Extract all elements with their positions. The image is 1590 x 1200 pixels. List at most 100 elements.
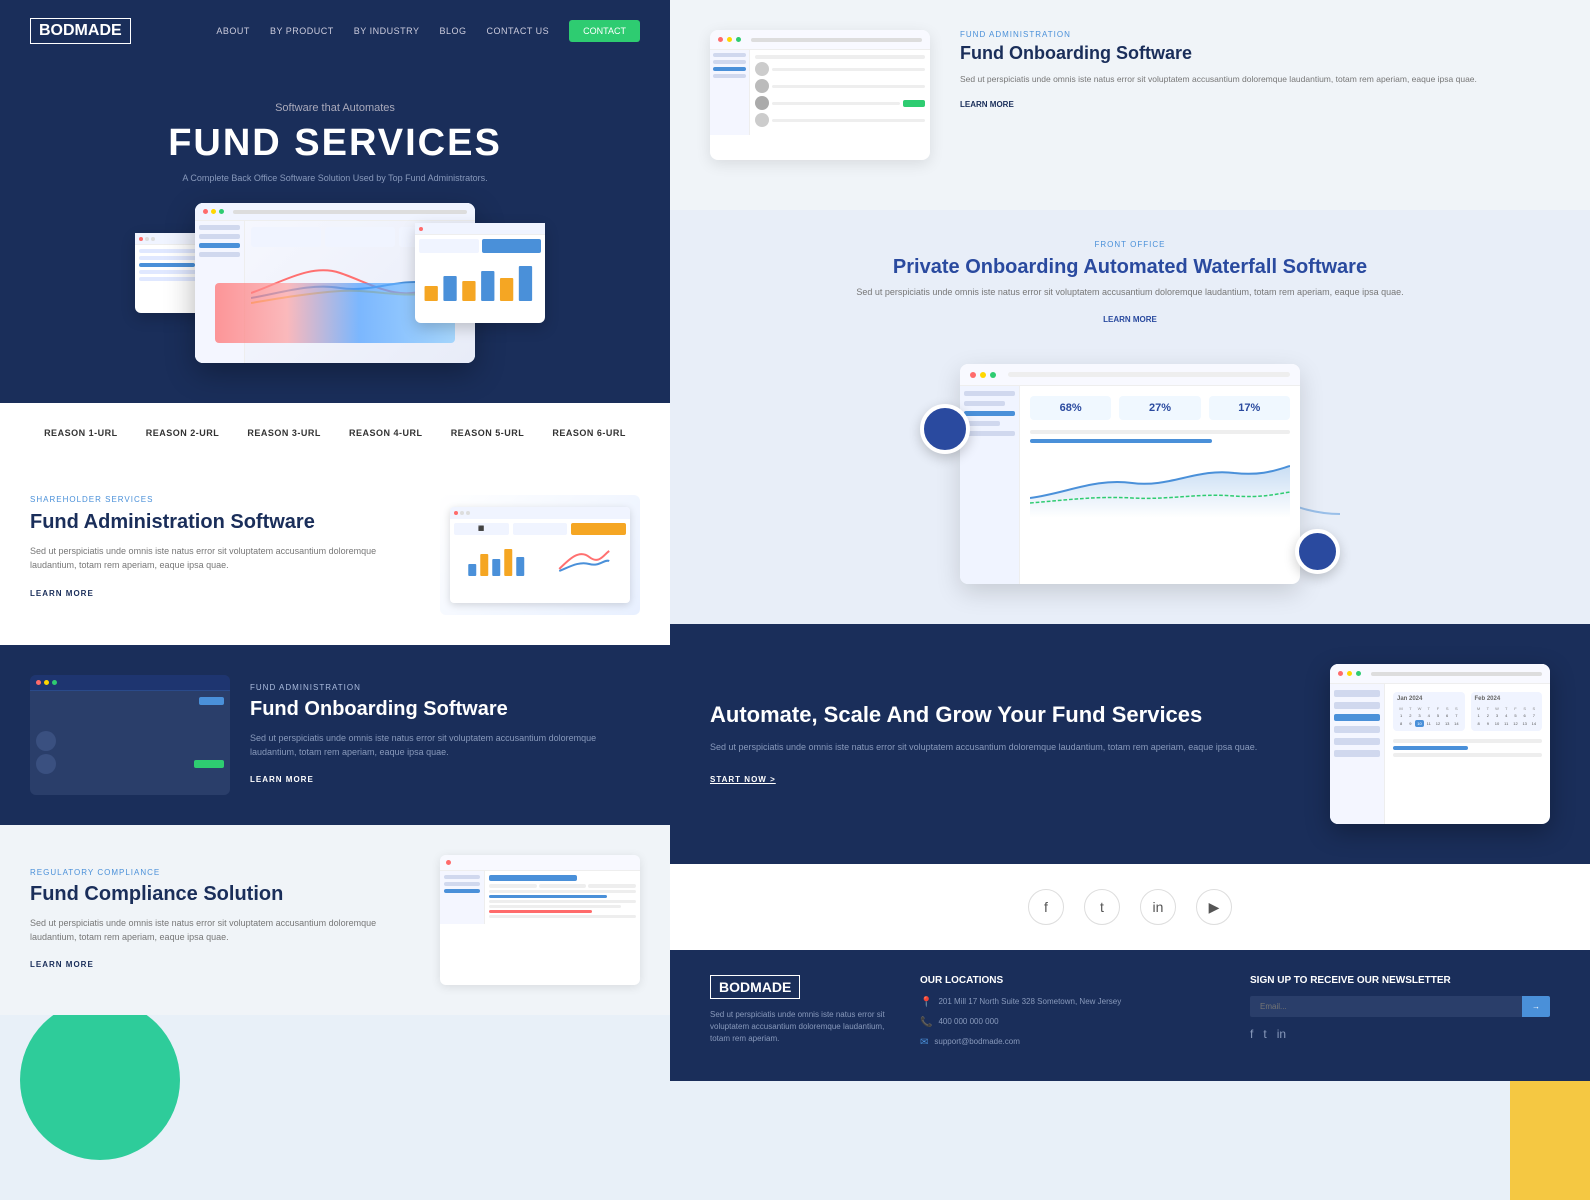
newsletter-email-input[interactable] <box>1250 996 1522 1017</box>
automate-mockup: Jan 2024 M T W T F S S 1 <box>1330 664 1550 824</box>
fund-onboarding-learn-more[interactable]: LEARN MORE <box>250 775 314 784</box>
nav-by-industry[interactable]: BY INDUSTRY <box>354 26 420 36</box>
social-linkedin[interactable]: in <box>1140 889 1176 925</box>
compliance-desc: Sed ut perspiciatis unde omnis iste natu… <box>30 916 420 945</box>
left-panel: BODMADE ABOUT BY PRODUCT BY INDUSTRY BLO… <box>0 0 670 1081</box>
fund-onboarding-desc: Sed ut perspiciatis unde omnis iste natu… <box>250 731 640 760</box>
compliance-card: REGULATORY COMPLIANCE Fund Compliance So… <box>30 855 640 985</box>
hero-section: Software that Automates FUND SERVICES A … <box>0 62 670 403</box>
hero-desc: A Complete Back Office Software Solution… <box>30 173 640 183</box>
waterfall-learn-more[interactable]: LEARN MORE <box>710 315 1550 324</box>
compliance-tag: REGULATORY COMPLIANCE <box>30 868 420 877</box>
newsletter-form: → <box>1250 996 1550 1017</box>
automate-title: Automate, Scale And Grow Your Fund Servi… <box>710 701 1300 730</box>
automate-text: Automate, Scale And Grow Your Fund Servi… <box>710 701 1300 787</box>
waterfall-main-mockup: 68% 27% 17% <box>960 364 1300 584</box>
fund-onboarding-image <box>30 675 230 795</box>
right-panel: FUND ADMINISTRATION Fund Onboarding Soft… <box>670 0 1590 1081</box>
fund-onboarding-title: Fund Onboarding Software <box>250 698 640 721</box>
waterfall-stat-2: 27% <box>1125 402 1194 414</box>
nav-contact-us[interactable]: CONTACT US <box>486 26 549 36</box>
main-wrapper: BODMADE ABOUT BY PRODUCT BY INDUSTRY BLO… <box>0 0 1590 1081</box>
fund-admin-section: SHAREHOLDER SERVICES Fund Administration… <box>0 465 670 645</box>
footer-locations-title: Our Locations <box>920 975 1220 986</box>
location-pin-icon: 📍 <box>920 997 932 1008</box>
reason-3[interactable]: REASON 3-URL <box>247 423 321 445</box>
compliance-image <box>440 855 640 985</box>
compliance-title: Fund Compliance Solution <box>30 883 420 906</box>
navigation: BODMADE ABOUT BY PRODUCT BY INDUSTRY BLO… <box>0 0 670 62</box>
compliance-learn-more[interactable]: LEARN MORE <box>30 960 94 969</box>
reason-6[interactable]: REASON 6-URL <box>552 423 626 445</box>
nav-blog[interactable]: BLOG <box>439 26 466 36</box>
hero-mockup <box>115 203 555 383</box>
newsletter-submit-button[interactable]: → <box>1522 996 1550 1017</box>
reason-5[interactable]: REASON 5-URL <box>451 423 525 445</box>
nav-links: ABOUT BY PRODUCT BY INDUSTRY BLOG CONTAC… <box>216 20 640 42</box>
social-youtube[interactable]: ▶ <box>1196 889 1232 925</box>
waterfall-tag: FRONT OFFICE <box>710 240 1550 249</box>
right-onboarding-title: Fund Onboarding Software <box>960 43 1550 65</box>
right-top-section: FUND ADMINISTRATION Fund Onboarding Soft… <box>670 0 1590 210</box>
fund-admin-card: SHAREHOLDER SERVICES Fund Administration… <box>30 495 640 615</box>
footer-address: 📍 201 Mill 17 North Suite 328 Sometown, … <box>920 996 1220 1008</box>
fund-admin-tag: SHAREHOLDER SERVICES <box>30 495 420 504</box>
newsletter-title: SIGN UP TO RECEIVE OUR NEWSLETTER <box>1250 975 1550 986</box>
social-facebook[interactable]: f <box>1028 889 1064 925</box>
footer-phone-text: 400 000 000 000 <box>938 1016 998 1027</box>
footer-locations: Our Locations 📍 201 Mill 17 North Suite … <box>920 975 1220 1056</box>
footer-linkedin-icon[interactable]: in <box>1277 1027 1286 1041</box>
right-onboarding-row: FUND ADMINISTRATION Fund Onboarding Soft… <box>710 30 1550 160</box>
automate-section: Automate, Scale And Grow Your Fund Servi… <box>670 624 1590 864</box>
fund-admin-image: ⬛ <box>440 495 640 615</box>
social-twitter[interactable]: t <box>1084 889 1120 925</box>
footer-social: f t in <box>1250 1027 1550 1041</box>
waterfall-title: Private Onboarding Automated Waterfall S… <box>710 255 1550 279</box>
reason-4[interactable]: REASON 4-URL <box>349 423 423 445</box>
footer-logo: BODMADE <box>710 975 800 999</box>
footer-email-text: support@bodmade.com <box>934 1036 1020 1047</box>
waterfall-stat-1: 68% <box>1036 402 1105 414</box>
compliance-section: REGULATORY COMPLIANCE Fund Compliance So… <box>0 825 670 1015</box>
fund-onboarding-tag: FUND ADMINISTRATION <box>250 683 640 692</box>
reasons-bar: REASON 1-URL REASON 2-URL REASON 3-URL R… <box>0 403 670 465</box>
fund-onboarding-section: FUND ADMINISTRATION Fund Onboarding Soft… <box>0 645 670 825</box>
social-section: f t in ▶ <box>670 864 1590 950</box>
reason-1[interactable]: REASON 1-URL <box>44 423 118 445</box>
footer-address-text: 201 Mill 17 North Suite 328 Sometown, Ne… <box>938 996 1121 1007</box>
automate-desc: Sed ut perspiciatis unde omnis iste natu… <box>710 740 1300 754</box>
nav-by-product[interactable]: BY PRODUCT <box>270 26 334 36</box>
footer-twitter-icon[interactable]: t <box>1263 1027 1266 1041</box>
nav-contact-button[interactable]: CONTACT <box>569 20 640 42</box>
compliance-text: REGULATORY COMPLIANCE Fund Compliance So… <box>30 868 420 973</box>
right-onboarding-mockup <box>710 30 930 160</box>
fund-onboarding-text: FUND ADMINISTRATION Fund Onboarding Soft… <box>250 683 640 788</box>
waterfall-section: FRONT OFFICE Private Onboarding Automate… <box>670 210 1590 624</box>
email-icon: ✉ <box>920 1037 928 1048</box>
fund-admin-desc: Sed ut perspiciatis unde omnis iste natu… <box>30 544 420 573</box>
nav-about[interactable]: ABOUT <box>216 26 250 36</box>
waterfall-desc: Sed ut perspiciatis unde omnis iste natu… <box>710 285 1550 299</box>
hero-mockup-right <box>415 223 545 323</box>
nav-logo: BODMADE <box>30 18 131 44</box>
right-onboarding-tag: FUND ADMINISTRATION <box>960 30 1550 39</box>
fund-admin-text: SHAREHOLDER SERVICES Fund Administration… <box>30 495 420 615</box>
reason-2[interactable]: REASON 2-URL <box>146 423 220 445</box>
footer-email: ✉ support@bodmade.com <box>920 1036 1220 1048</box>
waterfall-stat-3: 17% <box>1215 402 1284 414</box>
fund-admin-learn-more[interactable]: LEARN MORE <box>30 589 94 598</box>
wf-circle-right <box>1295 529 1340 574</box>
right-onboarding-learn-more[interactable]: LEARN MORE <box>960 100 1014 109</box>
footer-phone: 📞 400 000 000 000 <box>920 1016 1220 1028</box>
fund-admin-title: Fund Administration Software <box>30 510 420 534</box>
hero-subtitle: Software that Automates <box>30 102 640 114</box>
footer-newsletter: SIGN UP TO RECEIVE OUR NEWSLETTER → f t … <box>1250 975 1550 1056</box>
automate-cta[interactable]: START NOW > <box>710 775 776 784</box>
phone-icon: 📞 <box>920 1017 932 1028</box>
right-onboarding-desc: Sed ut perspiciatis unde omnis iste natu… <box>960 73 1550 87</box>
hero-title: FUND SERVICES <box>30 122 640 165</box>
footer: BODMADE Sed ut perspiciatis unde omnis i… <box>670 950 1590 1081</box>
footer-facebook-icon[interactable]: f <box>1250 1027 1253 1041</box>
fund-onboarding-card: FUND ADMINISTRATION Fund Onboarding Soft… <box>30 675 640 795</box>
right-onboarding-info: FUND ADMINISTRATION Fund Onboarding Soft… <box>960 30 1550 160</box>
